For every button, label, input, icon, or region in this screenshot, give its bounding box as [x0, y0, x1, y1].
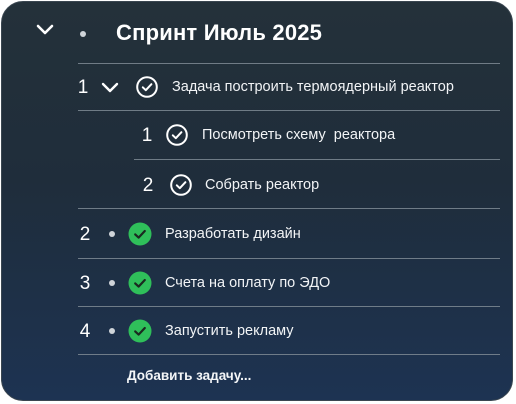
subtask-label[interactable]: Посмотреть схему реактора [202, 126, 395, 144]
task-label[interactable]: Задача построить термоядерный реактор [172, 78, 454, 96]
check-circle-filled-icon[interactable] [128, 319, 152, 343]
separator [78, 354, 500, 355]
header-bullet-icon [80, 31, 86, 37]
add-task-button[interactable]: Добавить задачу... [127, 368, 251, 383]
task-label[interactable]: Разработать дизайн [165, 225, 301, 243]
task-number: 3 [79, 273, 91, 294]
collapse-chevron-icon[interactable] [34, 22, 56, 38]
task-number: 1 [77, 77, 89, 98]
check-circle-outline-icon[interactable] [136, 76, 158, 98]
sprint-panel: Спринт Июль 2025 1 Задача построить терм… [1, 1, 513, 401]
separator [134, 159, 500, 160]
separator [78, 63, 500, 64]
task-number: 2 [79, 224, 91, 245]
task-number: 4 [79, 321, 91, 342]
check-circle-filled-icon[interactable] [128, 271, 152, 295]
subtask-number: 1 [141, 125, 153, 146]
bullet-icon [109, 328, 115, 334]
separator [78, 306, 500, 307]
separator [78, 258, 500, 259]
subtask-number: 2 [142, 175, 154, 196]
expand-chevron-icon[interactable] [99, 80, 121, 96]
task-label[interactable]: Запустить рекламу [165, 322, 294, 340]
separator [78, 110, 500, 111]
check-circle-outline-icon[interactable] [170, 174, 192, 196]
task-label[interactable]: Счета на оплату по ЭДО [165, 274, 330, 292]
separator [78, 208, 500, 209]
sprint-title: Спринт Июль 2025 [116, 20, 323, 45]
bullet-icon [109, 231, 115, 237]
bullet-icon [109, 280, 115, 286]
subtask-label[interactable]: Собрать реактор [205, 176, 319, 194]
check-circle-outline-icon[interactable] [166, 124, 188, 146]
check-circle-filled-icon[interactable] [128, 222, 152, 246]
